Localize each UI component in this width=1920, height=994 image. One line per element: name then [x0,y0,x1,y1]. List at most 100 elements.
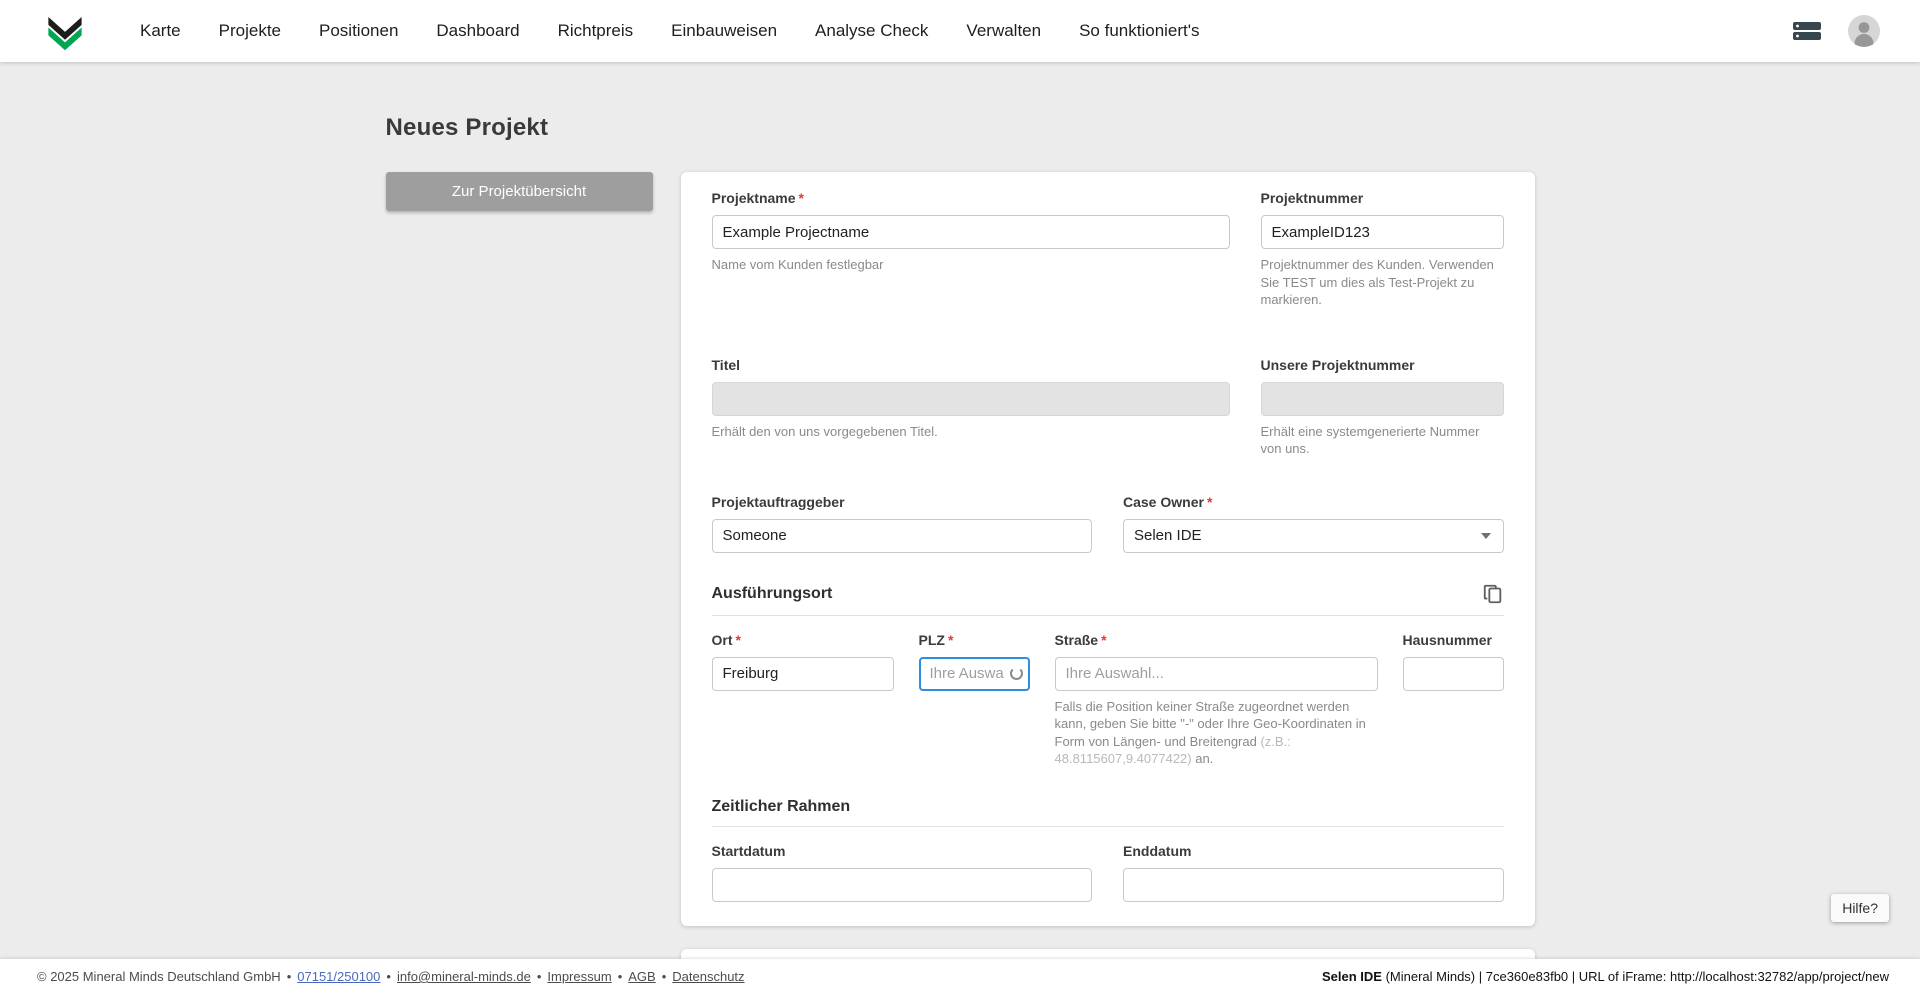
projektauftraggeber-input[interactable] [711,518,1092,553]
enddatum-field: Enddatum [1123,843,1504,902]
nav-menu: Karte Projekte Positionen Dashboard Rich… [140,21,1200,41]
agb-link[interactable]: AGB [628,969,655,984]
projektauftraggeber-label: Projektauftraggeber [712,494,1093,510]
hausnummer-label: Hausnummer [1403,632,1504,648]
titel-input [711,381,1230,416]
session-info: Selen IDE (Mineral Minds) | 7ce360e83fb0… [1322,969,1889,984]
nav-item-dashboard[interactable]: Dashboard [436,21,519,41]
project-form-card: Projektname* Name vom Kunden festlegbar … [680,172,1535,926]
section-divider [711,614,1504,616]
section-ausfuehrungsort-title: Ausführungsort [711,584,833,602]
titel-label-text: Titel [711,356,741,373]
email-link[interactable]: info@mineral-minds.de [397,969,531,984]
projektname-input[interactable] [711,215,1230,249]
projektnummer-field: Projektnummer Projektnummer des Kunden. … [1260,190,1504,309]
chevron-down-icon [1480,532,1491,539]
enddatum-label: Enddatum [1123,843,1504,859]
plz-label: PLZ * [919,632,1030,648]
strasse-label: Straße * [1055,632,1378,648]
section-zeitlicher-rahmen-title: Zeitlicher Rahmen [711,797,851,815]
titel-helper: Erhält den von uns vorgegebenen Titel. [711,423,938,439]
strasse-helper: Falls die Position keiner Straße zugeord… [1055,698,1378,768]
projektnummer-input[interactable] [1260,215,1504,249]
nav-item-karte[interactable]: Karte [140,21,181,41]
strasse-field: Straße * [1054,632,1378,691]
ort-label: Ort * [712,632,894,648]
titel-label: Titel [712,357,1230,373]
phone-link[interactable]: 07151/250100 [297,969,380,984]
page-title: Neues Projekt [385,114,549,141]
projektnummer-helper: Projektnummer des Kunden. Verwenden Sie … [1260,257,1494,308]
plz-label-text: PLZ [918,631,945,648]
ort-input[interactable] [711,656,894,691]
hausnummer-input[interactable] [1402,656,1504,691]
case-owner-selected-value: Selen IDE [1134,527,1202,545]
projektnummer-label-text: Projektnummer [1260,190,1364,206]
user-avatar-icon[interactable] [1848,15,1880,47]
required-asterisk: * [798,190,804,206]
mineral-minds-logo-icon [48,17,82,51]
case-owner-select[interactable]: Selen IDE [1123,518,1504,553]
startdatum-field: Startdatum [711,843,1093,902]
loading-spinner-icon [1009,666,1023,680]
impressum-link[interactable]: Impressum [547,969,611,984]
required-asterisk: * [1101,631,1107,648]
projektname-label-text: Projektname [711,190,796,206]
plz-field: PLZ * [918,632,1030,691]
unsere-projektnummer-label: Unsere Projektnummer [1261,357,1504,373]
footer: © 2025 Mineral Minds Deutschland GmbH • … [0,959,1920,994]
separator-dot: • [661,969,667,984]
session-user: Selen IDE [1321,969,1382,984]
nav-item-projekte[interactable]: Projekte [219,21,281,41]
left-column: Zur Projektübersicht [385,172,653,211]
enddatum-input[interactable] [1123,867,1504,902]
hausnummer-field: Hausnummer [1402,632,1504,691]
startdatum-input[interactable] [711,867,1092,902]
required-asterisk: * [947,631,954,648]
top-navbar: Karte Projekte Positionen Dashboard Rich… [0,0,1920,62]
case-owner-field: Case Owner * Selen IDE [1123,494,1504,553]
ort-label-text: Ort [711,631,733,648]
projektauftraggeber-field: Projektauftraggeber [711,494,1093,553]
unsere-projektnummer-helper: Erhält eine systemgenerierte Nummer von … [1260,423,1480,457]
startdatum-label: Startdatum [712,843,1093,859]
section-zeitlicher-rahmen-header: Zeitlicher Rahmen [712,798,1504,816]
server-icon[interactable] [1792,20,1822,42]
section-ausfuehrungsort-header: Ausführungsort [712,583,1504,605]
back-to-project-overview-button[interactable]: Zur Projektübersicht [385,172,653,211]
separator-dot: • [536,969,542,984]
nav-item-richtpreis[interactable]: Richtpreis [558,21,634,41]
nav-right-actions [1792,15,1880,47]
startdatum-label-text: Startdatum [711,842,786,859]
case-owner-label-text: Case Owner [1123,493,1204,510]
strasse-input[interactable] [1054,656,1378,691]
nav-item-einbauweisen[interactable]: Einbauweisen [671,21,777,41]
datenschutz-link[interactable]: Datenschutz [672,969,744,984]
separator-dot: • [617,969,623,984]
projektauftraggeber-label-text: Projektauftraggeber [711,493,845,510]
footer-links: © 2025 Mineral Minds Deutschland GmbH • … [37,969,745,984]
copyright-text: © 2025 Mineral Minds Deutschland GmbH [37,969,281,984]
projektname-field: Projektname* Name vom Kunden festlegbar [711,190,1230,309]
titel-field: Titel Erhält den von uns vorgegebenen Ti… [711,357,1230,458]
unsere-projektnummer-field: Unsere Projektnummer Erhält eine systemg… [1260,357,1504,458]
app-logo[interactable] [44,10,86,52]
session-details: (Mineral Minds) | 7ce360e83fb0 | URL of … [1381,969,1889,984]
copy-icon[interactable] [1482,583,1504,605]
nav-item-so-funktionierts[interactable]: So funktioniert's [1079,21,1199,41]
case-owner-label: Case Owner * [1123,494,1504,510]
nav-item-analyse-check[interactable]: Analyse Check [815,21,928,41]
ort-field: Ort * [711,632,894,691]
projektname-label: Projektname * [712,190,1230,206]
nav-item-positionen[interactable]: Positionen [319,21,398,41]
nav-item-verwalten[interactable]: Verwalten [966,21,1041,41]
strasse-label-text: Straße [1054,631,1099,648]
projektnummer-label: Projektnummer [1261,190,1504,206]
help-button[interactable]: Hilfe? [1831,894,1889,922]
strasse-helper-text: Falls die Position keiner Straße zugeord… [1054,698,1366,749]
separator-dot: • [286,969,292,984]
form-column: Projektname* Name vom Kunden festlegbar … [680,172,1535,994]
projektname-helper: Name vom Kunden festlegbar [711,257,884,272]
main-content: Neues Projekt Zur Projektübersicht Proje… [385,62,1535,994]
separator-dot: • [386,969,391,984]
